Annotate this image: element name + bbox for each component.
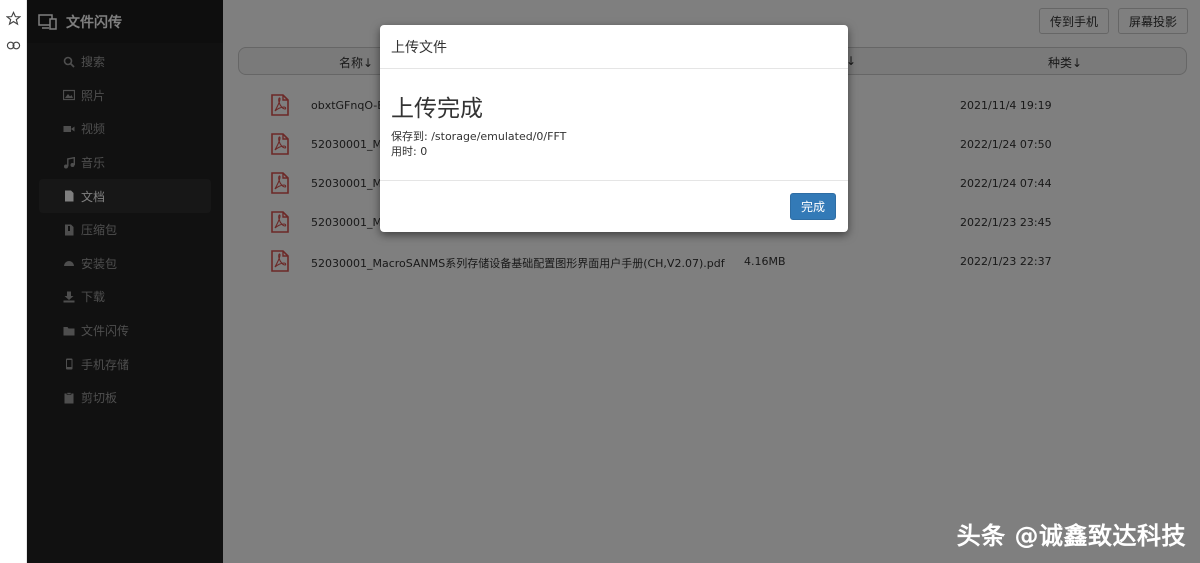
browser-sidebar-strip bbox=[0, 0, 27, 563]
saved-path-text: 保存到: /storage/emulated/0/FFT bbox=[391, 130, 567, 143]
dialog-footer: 完成 bbox=[789, 193, 836, 220]
extension-icon[interactable] bbox=[6, 38, 21, 53]
watermark-text: 头条 @诚鑫致达科技 bbox=[956, 522, 1186, 550]
star-icon[interactable] bbox=[6, 11, 21, 26]
time-used-text: 用时: 0 bbox=[391, 145, 428, 158]
dialog-body: 上传完成 保存到: /storage/emulated/0/FFT 用时: 0 bbox=[380, 69, 848, 181]
upload-complete-heading: 上传完成 bbox=[391, 96, 483, 122]
upload-dialog: 上传文件 上传完成 保存到: /storage/emulated/0/FFT 用… bbox=[380, 25, 848, 232]
done-button[interactable]: 完成 bbox=[789, 193, 836, 220]
dialog-title: 上传文件 bbox=[380, 25, 848, 69]
